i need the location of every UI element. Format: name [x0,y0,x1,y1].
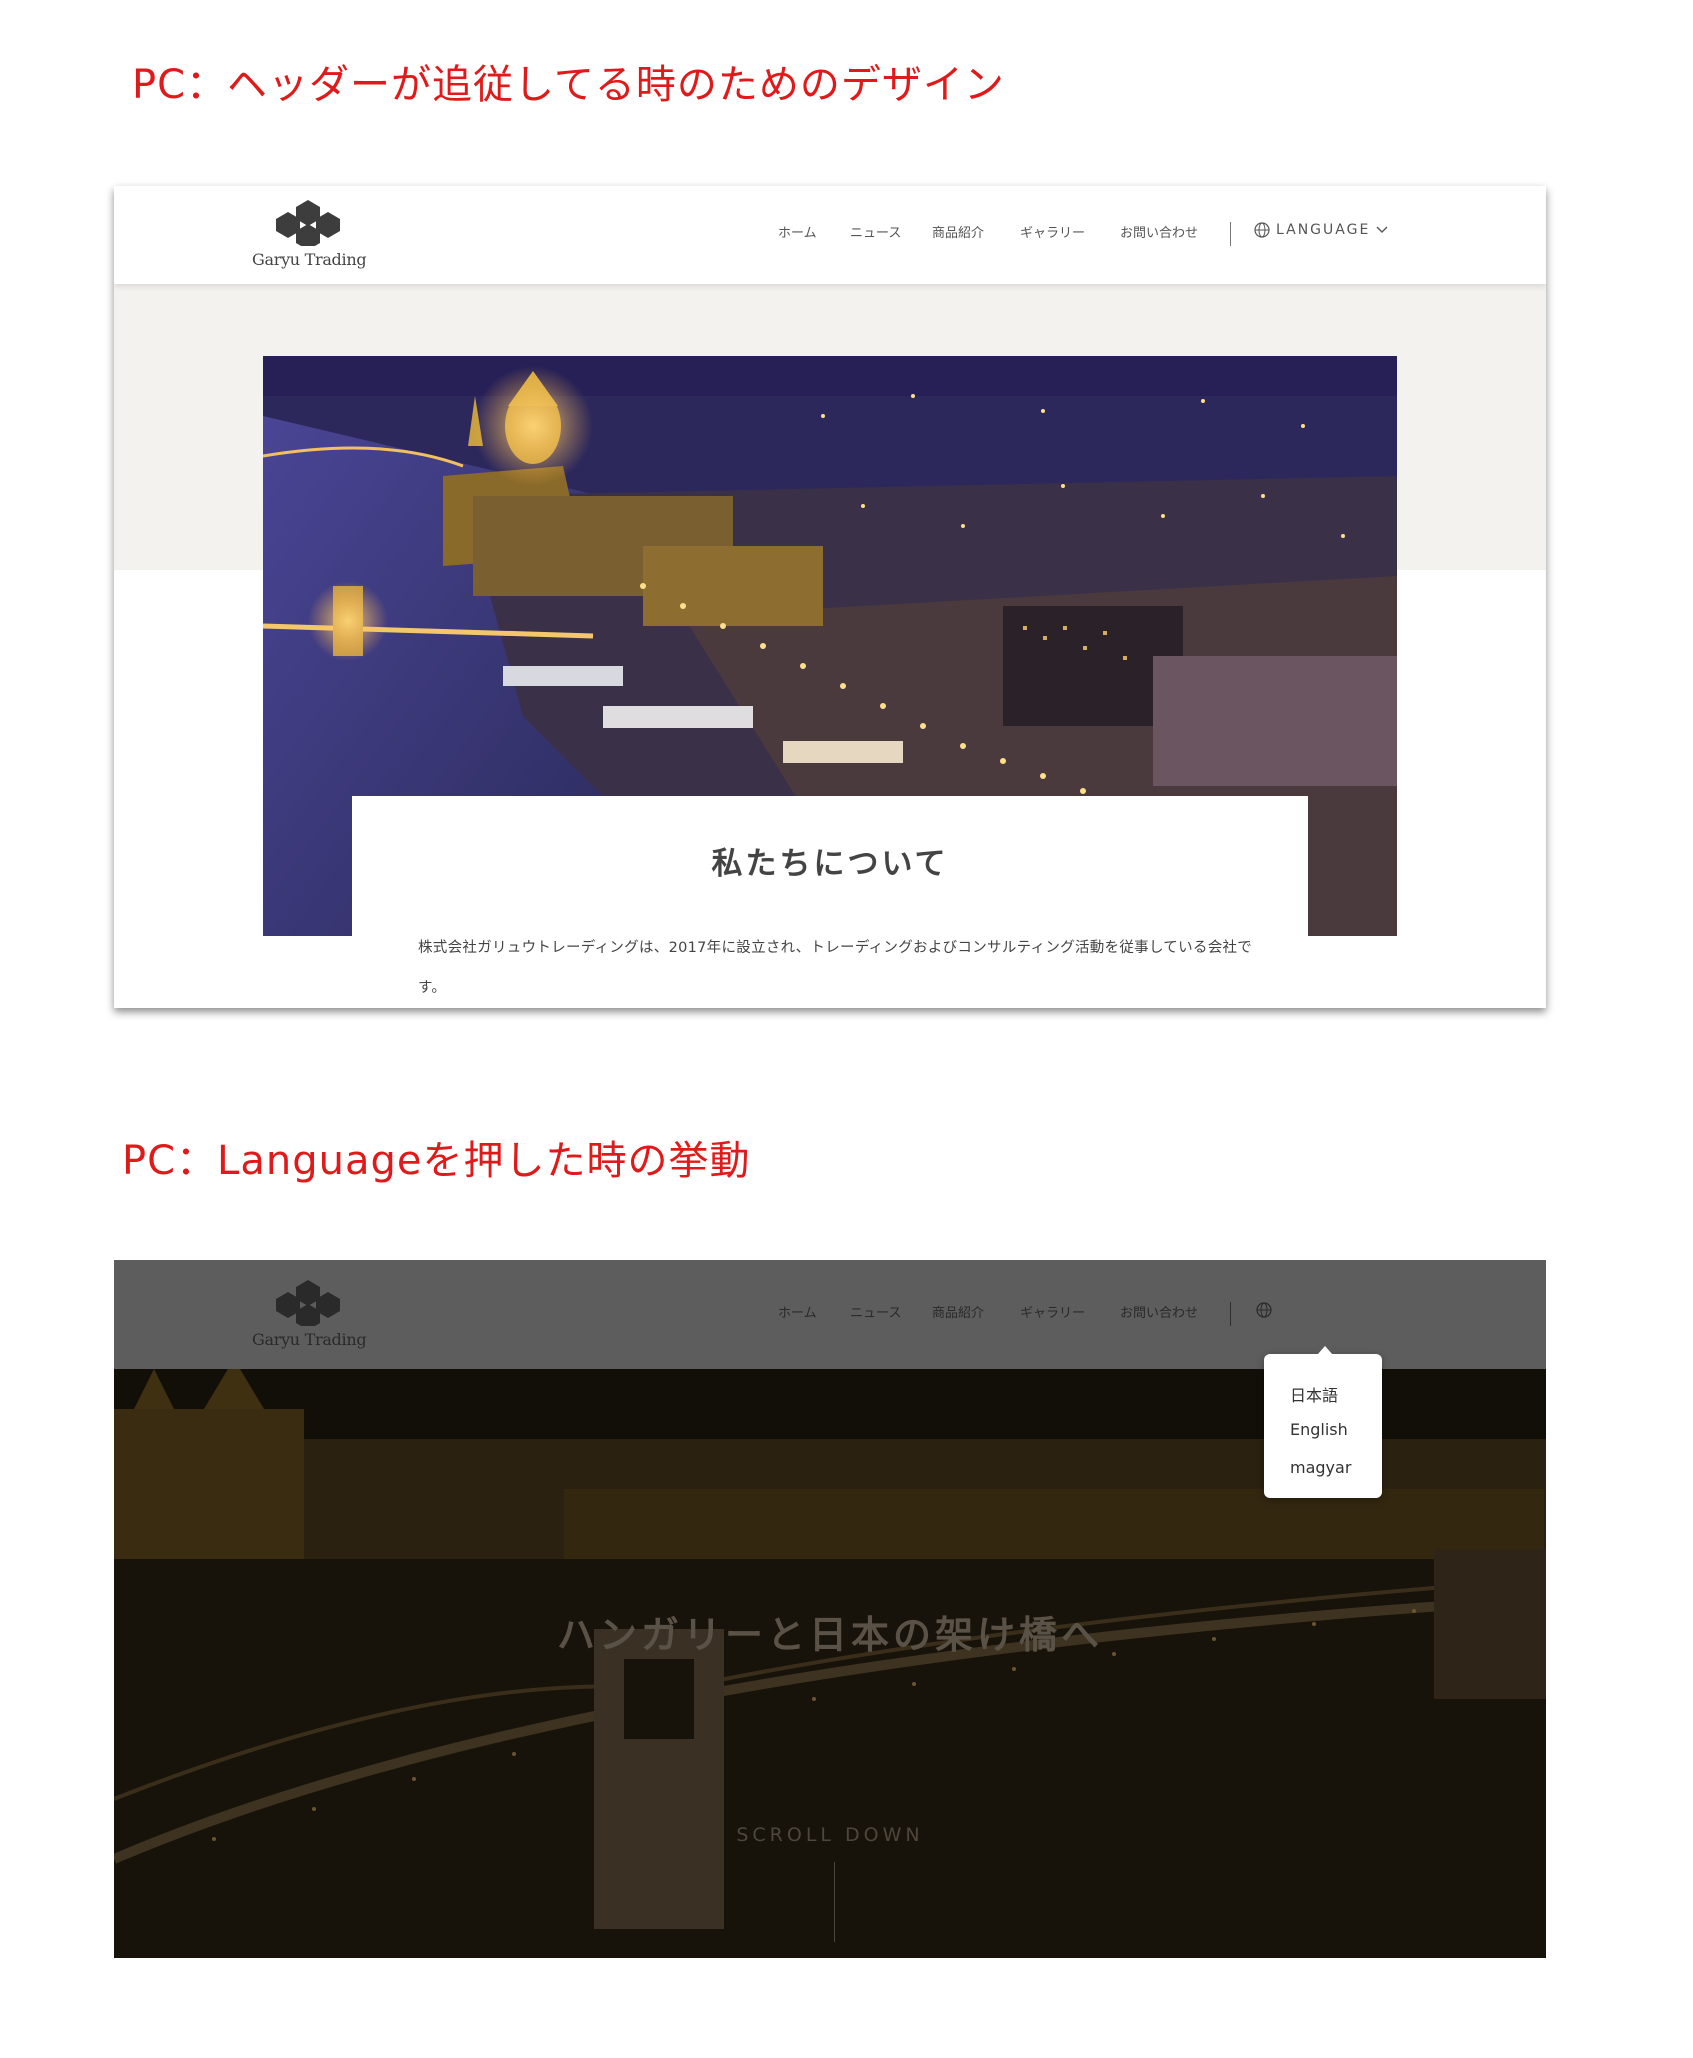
about-body: 株式会社ガリュウトレーディングは、2017年に設立され、トレーディングおよびコン… [418,940,1253,996]
chevron-down-icon [1376,226,1388,233]
scroll-down-link[interactable]: SCROLL DOWN [114,1824,1546,1846]
site-header: Garyu Trading ホーム ニュース 商品紹介 ギャラリー お問い合わせ… [114,186,1546,284]
nav-item-products[interactable]: 商品紹介 [932,222,984,241]
caption-sticky-header: PC：ヘッダーが追従してる時のためのデザイン [132,62,1005,108]
nav-item-home[interactable]: ホーム [778,1302,817,1321]
nav-item-products[interactable]: 商品紹介 [932,1302,984,1321]
dropdown-caret-icon [1317,1346,1333,1355]
logo-text: Garyu Trading [252,1330,367,1349]
nav-item-gallery[interactable]: ギャラリー [1020,222,1085,241]
nav-item-contact[interactable]: お問い合わせ [1120,1302,1198,1321]
hero-title: ハンガリーと日本の架け橋へ [556,1613,1103,1657]
globe-icon [1254,222,1270,238]
language-button[interactable]: LANGUAGE [1254,222,1388,238]
mockup-sticky-header: Garyu Trading ホーム ニュース 商品紹介 ギャラリー お問い合わせ… [114,186,1546,1008]
language-option-hungarian[interactable]: magyar [1290,1458,1351,1477]
nav-item-news[interactable]: ニュース [850,1302,901,1321]
logo-text: Garyu Trading [252,250,367,269]
about-title: 私たちについて [711,846,949,882]
nav-item-contact[interactable]: お問い合わせ [1120,222,1198,241]
caption-language-click: PC：Languageを押した時の挙動 [122,1138,751,1184]
language-option-english[interactable]: English [1290,1420,1348,1439]
scroll-down-line [834,1862,835,1942]
globe-icon [1256,1302,1272,1318]
language-dropdown: 日本語 English magyar [1264,1354,1382,1498]
nav-item-home[interactable]: ホーム [778,222,817,241]
nav-divider [1230,1302,1231,1326]
nav-divider [1230,222,1231,246]
main-nav: ホーム ニュース 商品紹介 ギャラリー お問い合わせ [114,1302,1546,1326]
nav-item-gallery[interactable]: ギャラリー [1020,1302,1085,1321]
nav-item-news[interactable]: ニュース [850,222,901,241]
language-button[interactable] [1256,1302,1272,1318]
language-option-japanese[interactable]: 日本語 [1290,1382,1338,1406]
main-nav: ホーム ニュース 商品紹介 ギャラリー お問い合わせ LANGUAGE [114,222,1546,246]
about-card: 私たちについて 株式会社ガリュウトレーディングは、2017年に設立され、トレーデ… [352,796,1308,1008]
language-label: LANGUAGE [1276,222,1371,238]
